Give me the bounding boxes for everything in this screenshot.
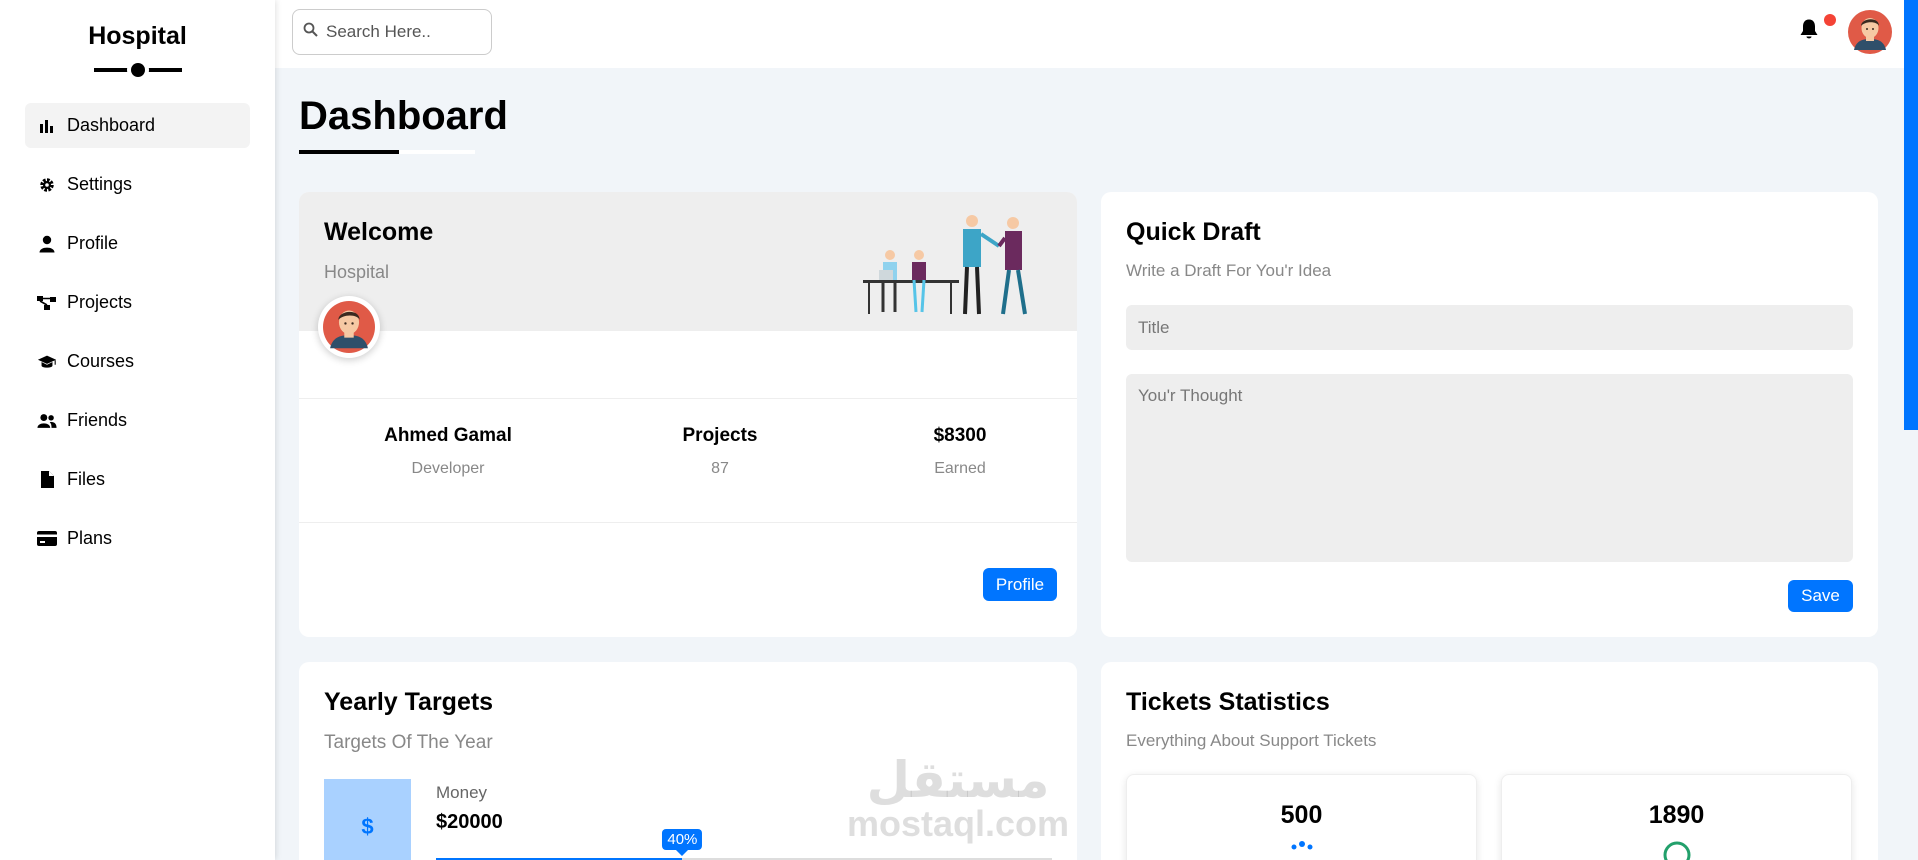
brand-decoration xyxy=(93,63,182,77)
stat-name: Ahmed Gamal Developer xyxy=(299,399,597,522)
welcome-avatar xyxy=(318,296,380,358)
progress-tooltip: 40% xyxy=(662,829,703,856)
save-button[interactable]: Save xyxy=(1788,580,1853,612)
tickets-title: Tickets Statistics xyxy=(1126,688,1330,716)
search-icon xyxy=(303,22,318,42)
sidebar-item-friends[interactable]: Friends xyxy=(25,398,250,443)
sidebar-item-label: Plans xyxy=(67,528,113,548)
sidebar-item-label: Courses xyxy=(67,351,135,371)
tickets-statistics-card: Tickets Statistics Everything About Supp… xyxy=(1101,662,1878,860)
sidebar-item-profile[interactable]: Profile xyxy=(25,221,250,266)
welcome-header: Welcome Hospital xyxy=(299,192,1077,331)
sidebar-item-projects[interactable]: Projects xyxy=(25,280,250,325)
stat-label: 87 xyxy=(711,460,729,477)
bell-icon[interactable] xyxy=(1799,18,1819,45)
users-icon xyxy=(37,411,57,431)
sidebar-item-settings[interactable]: Settings xyxy=(25,162,250,207)
brand-title: Hospital xyxy=(88,22,187,50)
stat-value: Ahmed Gamal xyxy=(384,425,512,446)
sidebar-item-files[interactable]: Files xyxy=(25,457,250,502)
watermark: مستقل mostaql.com xyxy=(843,754,1073,842)
profile-button[interactable]: Profile xyxy=(983,568,1057,601)
search-box[interactable] xyxy=(292,9,492,55)
draft-thought-textarea[interactable] xyxy=(1126,374,1853,562)
brand: Hospital xyxy=(0,0,275,77)
credit-card-icon xyxy=(37,529,57,549)
welcome-title: Welcome xyxy=(324,218,434,246)
ticket-stat-box: 1890 xyxy=(1501,774,1852,860)
sidebar-item-label: Profile xyxy=(67,233,119,253)
user-avatar[interactable] xyxy=(1848,10,1892,54)
targets-title: Yearly Targets xyxy=(324,688,494,716)
title-underline xyxy=(299,150,475,154)
stat-value: $8300 xyxy=(933,425,987,446)
welcome-subtitle: Hospital xyxy=(324,262,390,282)
ticket-stat-box: 500 xyxy=(1126,774,1477,860)
draft-subtitle: Write a Draft For You'r Idea xyxy=(1126,261,1332,280)
spinner-icon xyxy=(1287,840,1317,860)
welcome-stats: Ahmed Gamal Developer Projects 87 $8300 … xyxy=(299,398,1077,523)
sidebar-item-courses[interactable]: Courses xyxy=(25,339,250,384)
draft-title: Quick Draft xyxy=(1126,218,1261,246)
money-value: $20000 xyxy=(436,811,503,833)
search-input[interactable] xyxy=(326,22,476,42)
sidebar: Hospital Dashboard Settings Profile Proj… xyxy=(0,0,275,860)
check-circle-icon xyxy=(1662,840,1692,860)
sidebar-item-label: Friends xyxy=(67,410,128,430)
graduation-cap-icon xyxy=(37,352,57,372)
stat-label: Developer xyxy=(411,460,485,477)
stat-earned: $8300 Earned xyxy=(843,399,1077,522)
money-label: Money xyxy=(436,783,488,802)
scrollbar-thumb[interactable] xyxy=(1904,0,1918,430)
sidebar-item-label: Dashboard xyxy=(67,115,156,135)
quick-draft-card: Quick Draft Write a Draft For You'r Idea… xyxy=(1101,192,1878,637)
user-icon xyxy=(37,234,57,254)
page-title: Dashboard xyxy=(299,94,508,138)
file-icon xyxy=(37,470,57,490)
tickets-subtitle: Everything About Support Tickets xyxy=(1126,731,1377,750)
sidebar-nav: Dashboard Settings Profile Projects Cour… xyxy=(0,103,275,561)
watermark-arabic: مستقل xyxy=(866,751,1050,809)
team-illustration xyxy=(863,215,1027,315)
dollar-icon: $ xyxy=(324,779,411,860)
chart-bar-icon xyxy=(37,116,57,136)
draft-title-input[interactable] xyxy=(1126,305,1853,350)
welcome-card: Welcome Hospital Ahmed Gamal Developer P… xyxy=(299,192,1077,637)
sidebar-item-label: Settings xyxy=(67,174,133,194)
stat-value: Projects xyxy=(682,425,758,446)
ticket-stat-value: 1890 xyxy=(1648,801,1705,829)
watermark-latin: mostaql.com xyxy=(846,803,1070,844)
notification-dot xyxy=(1824,14,1836,26)
ticket-stat-value: 500 xyxy=(1280,801,1323,829)
targets-subtitle: Targets Of The Year xyxy=(324,732,493,753)
sidebar-item-label: Files xyxy=(67,469,106,489)
stat-label: Earned xyxy=(934,460,986,477)
top-header xyxy=(275,0,1918,68)
sidebar-item-dashboard[interactable]: Dashboard xyxy=(25,103,250,148)
gear-icon xyxy=(37,175,57,195)
sidebar-item-label: Projects xyxy=(67,292,133,312)
sidebar-item-plans[interactable]: Plans xyxy=(25,516,250,561)
diagram-icon xyxy=(37,293,57,313)
stat-projects: Projects 87 xyxy=(597,399,843,522)
